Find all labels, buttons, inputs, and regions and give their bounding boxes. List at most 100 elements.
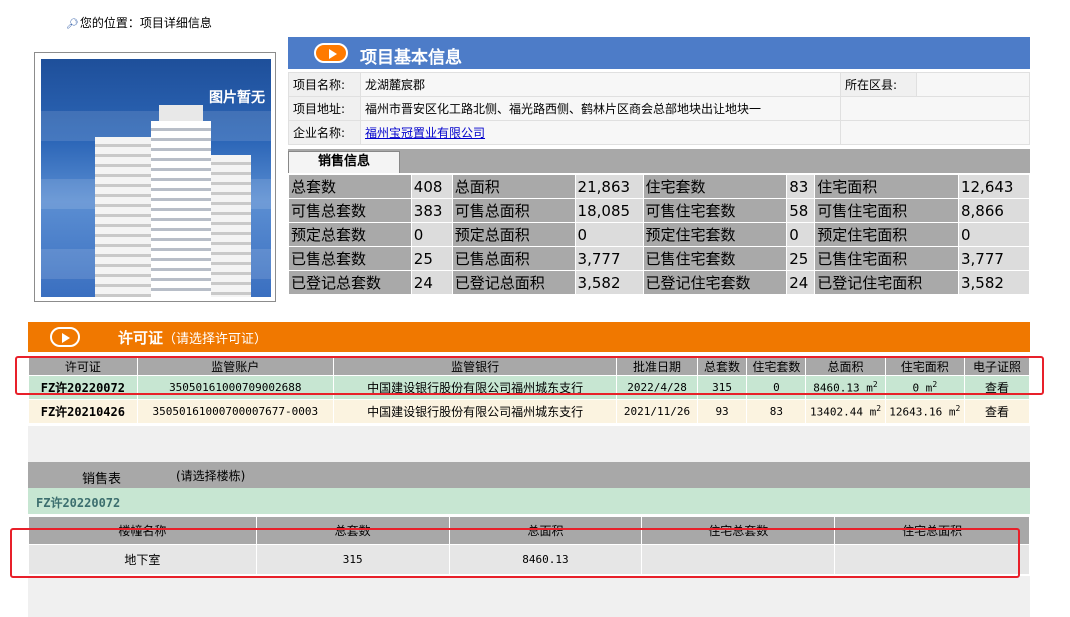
building-graphic	[211, 155, 251, 297]
sales-metric-label: 预定住宅面积	[814, 222, 959, 247]
permit-number-cell[interactable]: FZ许20220072	[28, 375, 138, 400]
sales-metric-value: 18,085	[574, 198, 644, 223]
project-info-table: 项目名称: 龙湖麓宸郡 所在区县: 项目地址: 福州市晋安区化工路北侧、福光路西…	[288, 72, 1030, 145]
building-graphic	[95, 137, 151, 297]
sales-metric-value: 25	[786, 246, 816, 271]
sales-metric-value: 24	[786, 270, 816, 295]
permit-table: 许可证 监管账户 监管银行 批准日期 总套数 住宅套数 总面积 住宅面积 电子证照 FZ许202…	[28, 357, 1031, 424]
residential-units-cell: 0	[746, 375, 807, 400]
sales-metric-label: 已登记住宅套数	[642, 270, 788, 295]
sales-metric-label: 已登记总面积	[451, 270, 576, 295]
sales-metric-value: 21,863	[574, 174, 644, 199]
sales-info-row: 总套数 408 总面积 21,863 住宅套数 83 住宅面积 12,643	[288, 174, 1031, 199]
sales-metric-label: 可售住宅套数	[642, 198, 788, 223]
sales-metric-label: 可售总套数	[288, 198, 412, 223]
permit-number-cell-text: FZ许20220072	[40, 381, 125, 395]
account-cell: 35050161000700007677-0003	[136, 399, 334, 424]
area-unit-superscript: 2	[876, 404, 882, 414]
sales-metric-value: 24	[410, 270, 453, 295]
address-label: 项目地址:	[288, 96, 361, 121]
permit-column-header: 住宅面积	[884, 357, 965, 376]
permit-number-cell-text: FZ许20210426	[40, 405, 125, 419]
district-value	[916, 72, 1030, 97]
sales-info-row: 已登记总套数 24 已登记总面积 3,582 已登记住宅套数 24 已登记住宅面积 3,582	[288, 270, 1031, 295]
building-name-cell: 地下室	[28, 544, 257, 575]
residential-area-cell: 12643.16 m2	[884, 399, 965, 424]
total-units-cell: 315	[696, 375, 748, 400]
total-area-cell: 8460.13	[448, 544, 643, 575]
company-link[interactable]: 福州宝冠置业有限公司	[365, 126, 485, 140]
sales-metric-value: 8,866	[957, 198, 1031, 223]
permit-title-text: 许可证	[118, 329, 164, 347]
building-column-header: 总面积	[448, 516, 643, 545]
total-units-cell: 315	[255, 544, 450, 575]
permit-row[interactable]: FZ许20220072 35050161000709002688 中国建设银行股份有…	[28, 375, 1031, 400]
building-row[interactable]: 地下室 315 8460.13	[28, 544, 1030, 575]
sales-metric-value: 3,777	[574, 246, 644, 271]
sales-info-table: 总套数 408 总面积 21,863 住宅套数 83 住宅面积 12,643 可售总套数 383 可…	[288, 174, 1031, 295]
sales-metric-label: 已登记住宅面积	[814, 270, 959, 295]
permit-header: 许可证（请选择许可证）	[28, 322, 1030, 352]
play-arrow-icon	[314, 43, 348, 63]
total-area-cell: 8460.13 m2	[805, 375, 886, 400]
area-unit-superscript: 2	[932, 380, 938, 390]
residential-units-cell	[641, 544, 836, 575]
area-unit-superscript: 2	[955, 404, 961, 414]
account-cell: 35050161000709002688	[136, 375, 334, 400]
search-icon: 🔎︎	[66, 19, 79, 30]
sales-metric-value: 3,582	[574, 270, 644, 295]
sales-info-row: 预定总套数 0 预定总面积 0 预定住宅套数 0 预定住宅面积 0	[288, 222, 1031, 247]
district-label: 所在区县:	[840, 72, 917, 97]
total-area-cell-text: 13402.44 m	[809, 405, 877, 419]
bank-cell: 中国建设银行股份有限公司福州城东支行	[332, 399, 618, 424]
building-column-header: 楼幢名称	[28, 516, 257, 545]
tab-sales-info[interactable]: 销售信息	[288, 151, 400, 173]
project-photo-frame: 图片暂无	[34, 52, 276, 302]
breadcrumb-text: 您的位置：项目详细信息	[79, 16, 212, 30]
sales-metric-value: 25	[410, 246, 453, 271]
sales-metric-value: 408	[410, 174, 453, 199]
sales-metric-value: 12,643	[957, 174, 1031, 199]
view-link[interactable]: 查看	[963, 375, 1031, 400]
selected-permit-number: FZ许20220072	[36, 496, 121, 510]
sales-metric-label: 预定总面积	[451, 222, 576, 247]
residential-area-cell-text: 0 m	[912, 381, 933, 395]
permit-column-header: 住宅套数	[746, 357, 807, 376]
total-units-cell-text: 315	[712, 381, 732, 394]
company-cell: 福州宝冠置业有限公司	[360, 120, 841, 145]
sales-sheet-hint: (请选择楼栋)	[176, 469, 246, 483]
date-cell-text: 2022/4/28	[627, 381, 687, 394]
sales-metric-value: 58	[786, 198, 816, 223]
sales-metric-value: 0	[786, 222, 816, 247]
residential-area-cell: 0 m2	[884, 375, 965, 400]
residential-area-cell-text: 12643.16 m	[889, 405, 956, 419]
sales-metric-value: 0	[410, 222, 453, 247]
permit-column-header: 监管账户	[136, 357, 334, 376]
residential-units-cell-text: 83	[769, 405, 784, 418]
sales-metric-label: 已售住宅套数	[642, 246, 788, 271]
total-area-cell: 13402.44 m2	[805, 399, 886, 424]
sales-metric-label: 住宅面积	[814, 174, 959, 199]
sales-metric-label: 可售总面积	[451, 198, 576, 223]
permit-column-header: 批准日期	[616, 357, 698, 376]
no-image-label: 图片暂无	[209, 90, 265, 106]
permit-row[interactable]: FZ许20210426 35050161000700007677-0003 中国建设…	[28, 399, 1031, 424]
sales-metric-label: 预定住宅套数	[642, 222, 788, 247]
company-label: 企业名称:	[288, 120, 361, 145]
sales-metric-value: 3,777	[957, 246, 1031, 271]
bank-cell-text: 中国建设银行股份有限公司福州城东支行	[367, 405, 584, 419]
date-cell-text: 2021/11/26	[623, 405, 691, 418]
total-units-cell-text: 93	[715, 405, 729, 418]
view-link[interactable]: 查看	[963, 399, 1031, 424]
building-table: 楼幢名称 总套数 总面积 住宅总套数 住宅总面积 地下室 315 8460.13	[28, 516, 1030, 575]
permit-number-cell[interactable]: FZ许20210426	[28, 399, 138, 424]
account-cell-text: 35050161000700007677-0003	[152, 405, 319, 418]
sales-metric-value: 0	[957, 222, 1031, 247]
sales-metric-label: 已售住宅面积	[814, 246, 959, 271]
residential-units-cell-text: 0	[773, 381, 780, 394]
total-units-cell: 93	[696, 399, 748, 424]
project-name-label: 项目名称:	[288, 72, 361, 97]
sales-info-row: 已售总套数 25 已售总面积 3,777 已售住宅套数 25 已售住宅面积 3,777	[288, 246, 1031, 271]
project-photo: 图片暂无	[41, 59, 271, 297]
building-graphic	[151, 121, 211, 297]
